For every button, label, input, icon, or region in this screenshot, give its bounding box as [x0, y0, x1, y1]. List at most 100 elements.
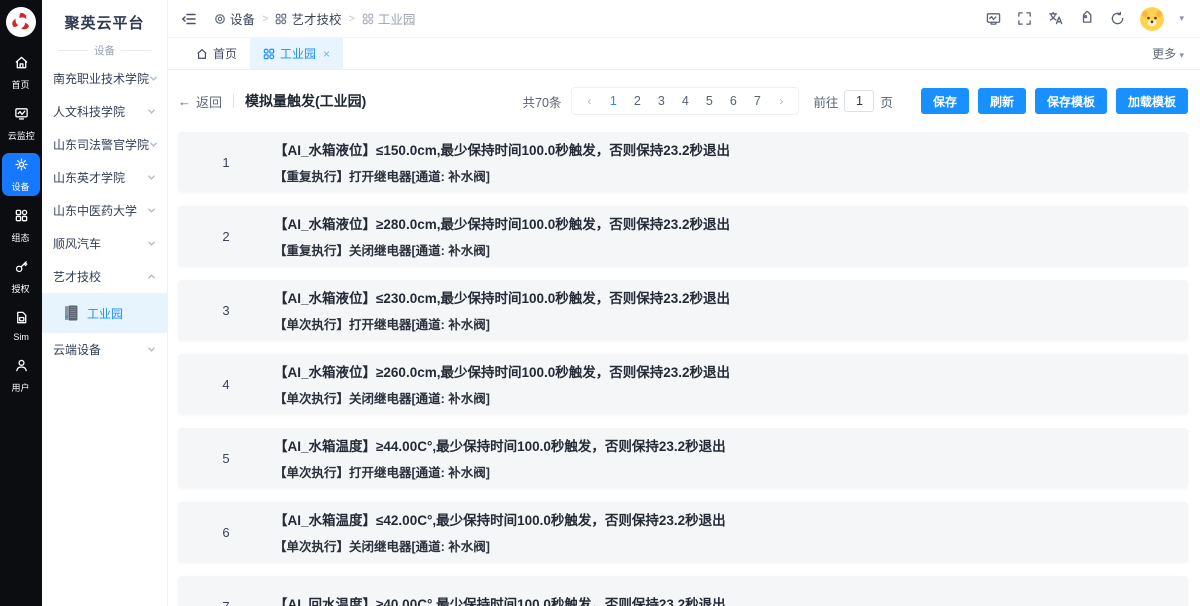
rule-row[interactable]: 6 【AI_水箱温度】≤42.00C°,最少保持时间100.0秒触发，否则保持2…: [178, 502, 1188, 562]
refresh-icon[interactable]: [1109, 11, 1125, 27]
breadcrumb-item-devices[interactable]: 设备: [214, 9, 255, 28]
page-button[interactable]: 1: [602, 91, 624, 111]
breadcrumb-item-industrial-park[interactable]: 工业园: [362, 9, 416, 28]
device-cabinet-icon: [62, 304, 80, 322]
rail-label: 用户: [12, 380, 30, 393]
rule-action: 【单次执行】关闭继电器[通道: 补水阀]: [274, 536, 726, 555]
rule-row[interactable]: 7 【AI_回水温度】≥40.00C°,最少保持时间100.0秒触发，否则保持2…: [178, 576, 1188, 606]
close-tab-icon[interactable]: ×: [323, 47, 330, 61]
sidebar-item-org[interactable]: 山东英才学院: [42, 161, 167, 194]
rule-number: 7: [178, 599, 274, 606]
fullscreen-icon[interactable]: [1016, 11, 1032, 27]
rail-item-sim[interactable]: Sim: [2, 306, 40, 346]
rule-row[interactable]: 5 【AI_水箱温度】≥44.00C°,最少保持时间100.0秒触发，否则保持2…: [178, 428, 1188, 488]
sidebar-item-org[interactable]: 顺风汽车: [42, 227, 167, 260]
rule-action: 【重复执行】关闭继电器[通道: 补水阀]: [274, 240, 730, 259]
rule-row[interactable]: 4 【AI_水箱液位】≥260.0cm,最少保持时间100.0秒触发，否则保持2…: [178, 354, 1188, 414]
rule-condition: 【AI_水箱液位】≥280.0cm,最少保持时间100.0秒触发，否则保持23.…: [274, 213, 730, 233]
goto-page: 前往 页: [813, 90, 893, 112]
top-bar: 设备 > 艺才技校 > 工业园: [168, 0, 1200, 38]
sidebar-item-org-expanded[interactable]: 艺才技校: [42, 260, 167, 293]
group-grid-icon: [275, 13, 287, 25]
goto-page-input[interactable]: [844, 90, 874, 112]
menu-fold-icon[interactable]: [181, 11, 197, 27]
rail-item-users[interactable]: 用户: [2, 354, 40, 397]
rule-action: 【单次执行】打开继电器[通道: 补水阀]: [274, 462, 726, 481]
app-window: 首页 云监控 设备 组态 授权 Sim 用户 聚英云平台 设备: [0, 0, 1200, 606]
rule-number: 2: [178, 229, 274, 244]
breadcrumb-item-school[interactable]: 艺才技校: [275, 9, 341, 28]
breadcrumb: 设备 > 艺才技校 > 工业园: [214, 9, 415, 28]
sidebar-item-cloud-devices[interactable]: 云端设备: [42, 333, 167, 366]
page-button[interactable]: 6: [722, 91, 744, 111]
grid-icon: [14, 208, 29, 228]
load-template-button[interactable]: 加载模板: [1116, 88, 1188, 114]
save-template-button[interactable]: 保存模板: [1035, 88, 1107, 114]
sidebar-item-industrial-park[interactable]: 工业园: [42, 293, 167, 333]
page-button[interactable]: 4: [674, 91, 696, 111]
chevron-down-icon: [147, 206, 156, 215]
chevron-down-icon: [147, 173, 156, 182]
rail-label: 授权: [12, 281, 30, 294]
home-icon: [14, 55, 29, 75]
chevron-down-icon: [147, 107, 156, 116]
content-column: 设备 > 艺才技校 > 工业园: [168, 0, 1200, 606]
next-page-button[interactable]: ›: [770, 94, 792, 108]
sidebar-item-org[interactable]: 南充职业技术学院: [42, 62, 167, 95]
gear-icon: [214, 13, 226, 25]
sim-card-icon: [14, 310, 29, 330]
rail-item-cloud-monitor[interactable]: 云监控: [2, 102, 40, 145]
rail-label: Sim: [13, 332, 29, 342]
rail-item-devices[interactable]: 设备: [2, 153, 40, 196]
dashboard-icon[interactable]: [985, 11, 1001, 27]
org-sidebar: 聚英云平台 设备 南充职业技术学院 人文科技学院 山东司法警官学院 山东英才学院…: [42, 0, 168, 606]
gear-icon: [14, 157, 29, 177]
breadcrumb-separator: >: [262, 13, 268, 25]
sidebar-item-org[interactable]: 山东中医药大学: [42, 194, 167, 227]
prev-page-button[interactable]: ‹: [578, 94, 600, 108]
save-button[interactable]: 保存: [921, 88, 969, 114]
rule-row[interactable]: 2 【AI_水箱液位】≥280.0cm,最少保持时间100.0秒触发，否则保持2…: [178, 206, 1188, 266]
rule-action: 【重复执行】打开继电器[通道: 补水阀]: [274, 166, 730, 185]
pagination: 共70条 ‹ 1 2 3 4 5 6 7 › 前往: [523, 87, 893, 115]
page-button[interactable]: 3: [650, 91, 672, 111]
brand-logo[interactable]: [6, 7, 36, 37]
rule-row[interactable]: 1 【AI_水箱液位】≤150.0cm,最少保持时间100.0秒触发，否则保持2…: [178, 132, 1188, 192]
home-icon: [196, 48, 208, 60]
rule-number: 1: [178, 155, 274, 170]
group-grid-icon: [263, 48, 275, 60]
page-button[interactable]: 7: [746, 91, 768, 111]
chevron-down-icon[interactable]: ▾: [1179, 13, 1184, 24]
group-grid-icon: [362, 13, 374, 25]
tab-bar: 首页 工业园 × 更多 ▾: [168, 38, 1200, 70]
back-button[interactable]: ← 返回: [178, 92, 222, 111]
rule-row[interactable]: 3 【AI_水箱液位】≤230.0cm,最少保持时间100.0秒触发，否则保持2…: [178, 280, 1188, 340]
page-button[interactable]: 5: [698, 91, 720, 111]
rail-item-authorize[interactable]: 授权: [2, 255, 40, 298]
sidebar-item-org[interactable]: 人文科技学院: [42, 95, 167, 128]
rail-item-home[interactable]: 首页: [2, 51, 40, 94]
rule-condition: 【AI_水箱液位】≤150.0cm,最少保持时间100.0秒触发，否则保持23.…: [274, 139, 730, 159]
rail-label: 云监控: [7, 128, 34, 141]
chevron-down-icon: [147, 345, 156, 354]
more-dropdown[interactable]: 更多 ▾: [1152, 45, 1184, 62]
tab-home[interactable]: 首页: [183, 38, 250, 69]
arrow-left-icon: ←: [178, 94, 191, 109]
rail-item-scada[interactable]: 组态: [2, 204, 40, 247]
rule-action: 【单次执行】打开继电器[通道: 补水阀]: [274, 314, 730, 333]
total-count: 共70条: [523, 92, 562, 111]
tab-industrial-park[interactable]: 工业园 ×: [250, 38, 343, 69]
key-icon: [14, 259, 29, 279]
refresh-button[interactable]: 刷新: [978, 88, 1026, 114]
chevron-down-icon: [149, 74, 158, 83]
page-button[interactable]: 2: [626, 91, 648, 111]
translate-icon[interactable]: [1047, 11, 1063, 27]
divider: [233, 94, 234, 108]
avatar[interactable]: [1140, 7, 1164, 31]
tag-icon[interactable]: [1078, 11, 1094, 27]
nav-rail: 首页 云监控 设备 组态 授权 Sim 用户: [0, 0, 42, 606]
pager: ‹ 1 2 3 4 5 6 7 ›: [571, 87, 799, 115]
rule-list: 1 【AI_水箱液位】≤150.0cm,最少保持时间100.0秒触发，否则保持2…: [178, 132, 1188, 606]
page-title: 模拟量触发(工业园): [245, 91, 366, 111]
sidebar-item-org[interactable]: 山东司法警官学院: [42, 128, 167, 161]
